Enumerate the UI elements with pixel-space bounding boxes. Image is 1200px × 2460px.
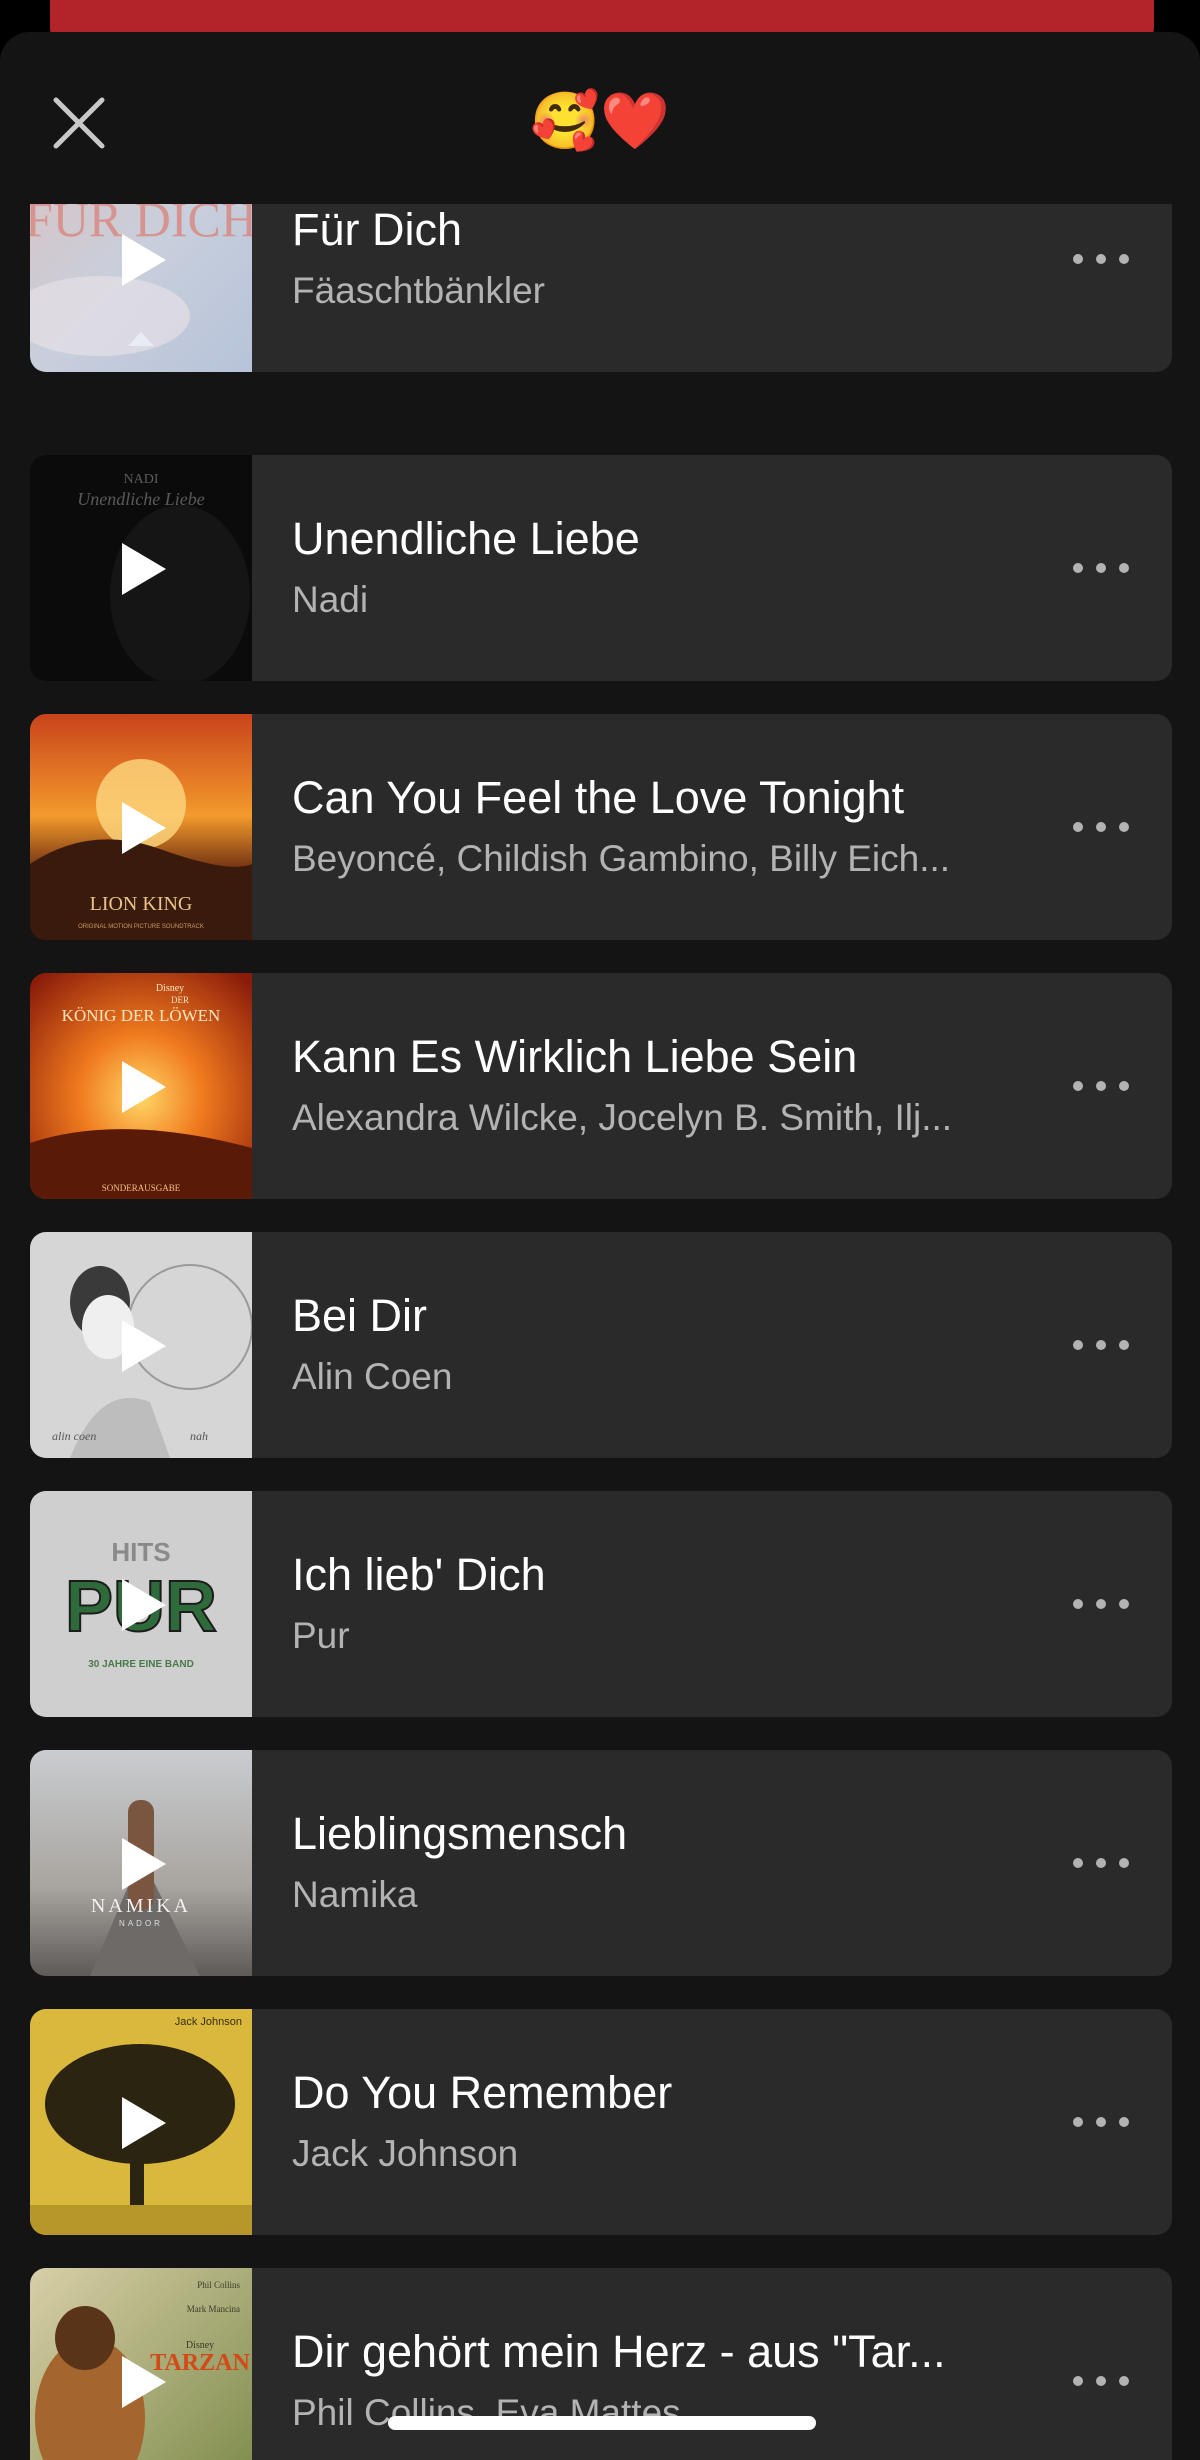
track-artist: Alin Coen — [292, 1356, 453, 1397]
track-artist: Nadi — [292, 579, 369, 620]
play-icon[interactable] — [112, 539, 172, 599]
track-row[interactable]: Disney DER KÖNIG DER LÖWEN SONDERAUSGABE… — [30, 973, 1172, 1199]
svg-text:alin coen: alin coen — [52, 1429, 96, 1443]
svg-text:SONDERAUSGABE: SONDERAUSGABE — [102, 1183, 181, 1193]
play-icon[interactable] — [112, 1575, 172, 1635]
track-title: Dir gehört mein Herz - aus "Tar... — [292, 2326, 946, 2377]
track-artist: Jack Johnson — [292, 2133, 519, 2174]
more-options-icon[interactable] — [1066, 1838, 1136, 1888]
more-options-icon[interactable] — [1066, 1061, 1136, 1111]
track-title: Kann Es Wirklich Liebe Sein — [292, 1031, 858, 1082]
more-options-icon[interactable] — [1066, 234, 1136, 284]
sheet-header: 🥰❤️ — [0, 32, 1200, 204]
track-row[interactable]: NAMIKA NADOR Lieblingsmensch Namika — [30, 1750, 1172, 1976]
track-row[interactable]: NADI Unendliche Liebe Unendliche Liebe N… — [30, 455, 1172, 681]
screen: 🥰❤️ FÜR DICH Für Dich Fäaschtbänkler NAD… — [0, 0, 1200, 2460]
track-row[interactable]: LION KING ORIGINAL MOTION PICTURE SOUNDT… — [30, 714, 1172, 940]
play-icon[interactable] — [112, 230, 172, 290]
track-row[interactable]: Jack Johnson Do You Remember Jack Johnso… — [30, 2009, 1172, 2235]
svg-text:Mark Mancina: Mark Mancina — [187, 2304, 240, 2314]
bei-dir-cover: alin coen nah — [30, 1232, 252, 1458]
play-icon[interactable] — [112, 2352, 172, 2412]
play-icon[interactable] — [112, 1834, 172, 1894]
more-options-icon[interactable] — [1066, 1320, 1136, 1370]
track-title: Unendliche Liebe — [292, 513, 640, 564]
pur-hits-cover: HITS PUR 30 JAHRE EINE BAND — [30, 1491, 252, 1717]
track-title: Do You Remember — [292, 2067, 673, 2118]
svg-text:nah: nah — [190, 1429, 208, 1443]
track-title: Bei Dir — [292, 1290, 428, 1341]
svg-text:LION KING: LION KING — [90, 893, 193, 915]
play-icon[interactable] — [112, 1057, 172, 1117]
svg-text:NADI: NADI — [124, 472, 159, 487]
more-options-icon[interactable] — [1066, 1579, 1136, 1629]
svg-text:KÖNIG DER LÖWEN: KÖNIG DER LÖWEN — [62, 1006, 221, 1025]
sheet-title: 🥰❤️ — [530, 89, 670, 152]
home-indicator[interactable] — [388, 2416, 816, 2430]
svg-text:NAMIKA: NAMIKA — [91, 1895, 191, 1917]
svg-text:Disney: Disney — [156, 983, 184, 994]
track-row[interactable]: alin coen nah Bei Dir Alin Coen — [30, 1232, 1172, 1458]
unendliche-liebe-cover: NADI Unendliche Liebe — [30, 455, 252, 681]
play-icon[interactable] — [112, 1316, 172, 1376]
track-title: Ich lieb' Dich — [292, 1549, 546, 1600]
more-options-icon[interactable] — [1066, 802, 1136, 852]
svg-text:Phil Collins: Phil Collins — [197, 2280, 240, 2290]
more-options-icon[interactable] — [1066, 543, 1136, 593]
track-artist: Beyoncé, Childish Gambino, Billy Eich... — [292, 838, 951, 879]
svg-text:30 JAHRE EINE BAND: 30 JAHRE EINE BAND — [88, 1659, 194, 1670]
track-row[interactable]: Phil Collins Mark Mancina Disney TARZAN … — [30, 2268, 1172, 2460]
track-title: Can You Feel the Love Tonight — [292, 772, 905, 823]
track-artist: Namika — [292, 1874, 418, 1915]
bottom-sheet: 🥰❤️ FÜR DICH Für Dich Fäaschtbänkler NAD… — [0, 32, 1200, 2460]
svg-text:NADOR: NADOR — [119, 1919, 163, 1928]
tarzan-cover: Phil Collins Mark Mancina Disney TARZAN — [30, 2268, 252, 2460]
track-artist: Pur — [292, 1615, 350, 1656]
more-options-icon[interactable] — [1066, 2356, 1136, 2406]
play-icon[interactable] — [112, 2093, 172, 2153]
konig-der-lowen-cover: Disney DER KÖNIG DER LÖWEN SONDERAUSGABE — [30, 973, 252, 1199]
track-artist: Alexandra Wilcke, Jocelyn B. Smith, Ilj.… — [292, 1097, 953, 1138]
namika-cover: NAMIKA NADOR — [30, 1750, 252, 1976]
svg-text:ORIGINAL MOTION PICTURE SOUNDT: ORIGINAL MOTION PICTURE SOUNDTRACK — [78, 924, 204, 930]
svg-text:HITS: HITS — [111, 1537, 170, 1567]
svg-text:Unendliche Liebe: Unendliche Liebe — [77, 489, 204, 509]
play-icon[interactable] — [112, 798, 172, 858]
svg-text:Jack Johnson: Jack Johnson — [175, 2016, 242, 2028]
track-title: Lieblingsmensch — [292, 1808, 628, 1859]
track-artist: Fäaschtbänkler — [292, 270, 545, 311]
track-title: Für Dich — [292, 204, 463, 255]
svg-text:DER: DER — [171, 995, 189, 1005]
track-row[interactable]: HITS PUR 30 JAHRE EINE BAND Ich lieb' Di… — [30, 1491, 1172, 1717]
jack-johnson-cover: Jack Johnson — [30, 2009, 252, 2235]
more-options-icon[interactable] — [1066, 2097, 1136, 2147]
lion-king-cover: LION KING ORIGINAL MOTION PICTURE SOUNDT… — [30, 714, 252, 940]
